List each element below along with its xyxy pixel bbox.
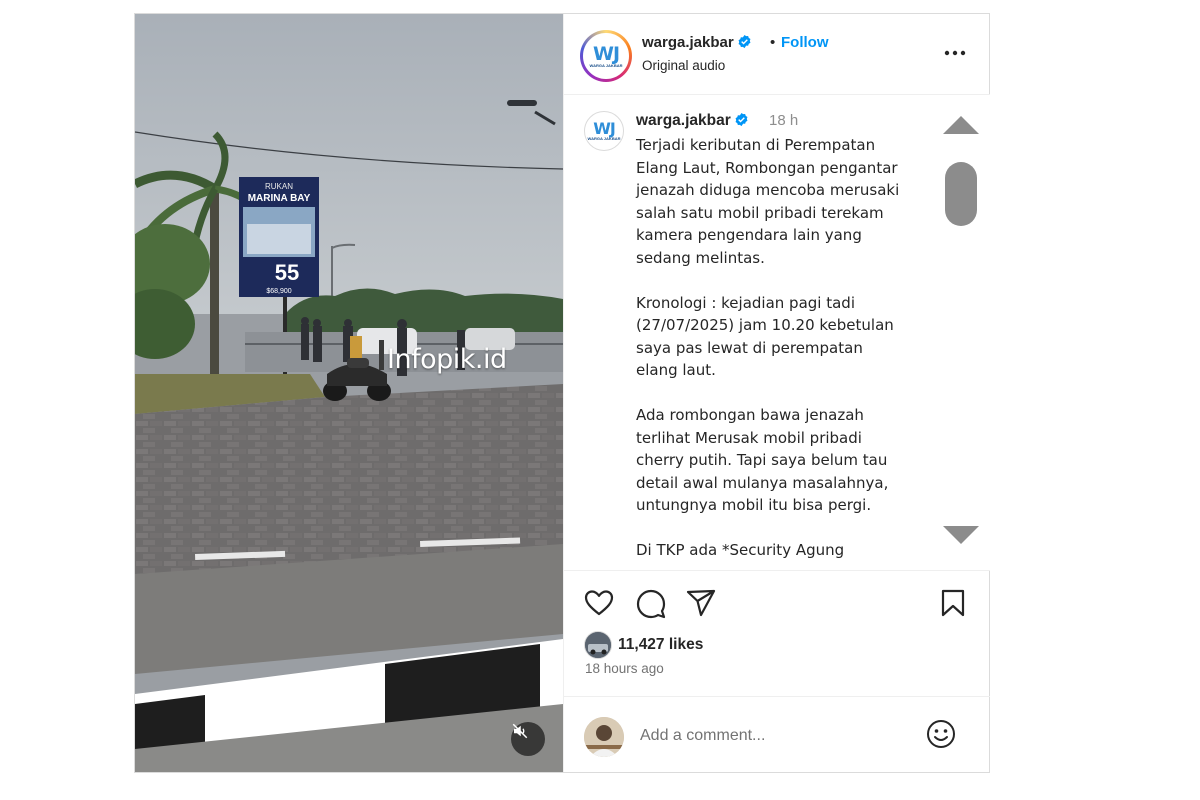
current-user-avatar [584, 717, 624, 757]
comment-icon [636, 589, 666, 619]
liker-avatar [584, 631, 612, 659]
caption-scroll-area[interactable]: WJ WARGA JAKBAR warga.jakbar 18 h Terjad… [564, 95, 990, 570]
caption-username-text[interactable]: warga.jakbar [636, 112, 731, 129]
header-username[interactable]: warga.jakbar [642, 34, 752, 53]
original-audio-link[interactable]: Original audio [642, 58, 725, 73]
share-icon [686, 589, 716, 617]
scroll-up-button[interactable] [942, 115, 980, 140]
post-side-panel: WJ WARGA JAKBAR warga.jakbar • Follow Or… [563, 14, 990, 772]
avatar-logo-subtext: WARGA JAKBAR [589, 62, 623, 68]
heart-icon [584, 590, 614, 616]
follow-button[interactable]: Follow [781, 34, 829, 51]
caption-avatar-logo-subtext: WARGA JAKBAR [587, 136, 621, 141]
comment-button[interactable] [636, 589, 666, 624]
author-avatar-inner: WJ WARGA JAKBAR [583, 33, 629, 79]
smiley-icon [927, 720, 955, 748]
caption-text: Terjadi keributan di Perempatan Elang La… [636, 136, 900, 559]
scroll-down-button[interactable] [942, 525, 980, 550]
verified-badge-icon [734, 112, 749, 132]
instagram-post: RUKAN MARINA BAY 55 $68,900 Infopik.id W… [134, 13, 990, 773]
verified-badge-icon [737, 34, 752, 53]
post-header: WJ WARGA JAKBAR warga.jakbar • Follow Or… [564, 14, 990, 95]
scroll-up-arrow-icon [943, 116, 979, 134]
comment-input[interactable] [640, 727, 910, 745]
comment-bar [564, 696, 990, 772]
more-options-button[interactable] [940, 38, 970, 68]
scrollbar-thumb[interactable] [945, 162, 977, 226]
post-time-ago: 18 hours ago [585, 661, 664, 676]
likes-count[interactable]: 11,427 likes [618, 636, 703, 654]
speaker-muted-icon [512, 723, 528, 739]
scroll-down-arrow-icon [943, 526, 979, 544]
watermark-text: Infopik.id [387, 344, 507, 375]
like-button[interactable] [584, 589, 614, 622]
save-button[interactable] [940, 589, 966, 622]
caption-avatar-logo-text: WJ [593, 119, 616, 138]
likes-summary[interactable]: 11,427 likes [584, 631, 703, 659]
share-button[interactable] [686, 589, 716, 622]
caption-scrollbar[interactable] [930, 95, 990, 570]
bookmark-icon [941, 589, 965, 617]
mute-button[interactable] [511, 722, 545, 756]
caption-timestamp: 18 h [769, 112, 799, 129]
avatar-logo-text: WJ [592, 42, 620, 65]
video-frame: RUKAN MARINA BAY 55 $68,900 [135, 14, 563, 772]
header-username-text[interactable]: warga.jakbar [642, 34, 734, 51]
billboard-sub: $68,900 [266, 288, 291, 295]
more-horizontal-icon [944, 50, 966, 56]
billboard-title: MARINA BAY [248, 193, 311, 204]
caption-username[interactable]: warga.jakbar [636, 112, 749, 132]
caption-author-avatar[interactable]: WJ WARGA JAKBAR [584, 111, 624, 151]
billboard-brand: RUKAN [265, 182, 293, 191]
billboard-price: 55 [275, 260, 299, 285]
post-video[interactable]: RUKAN MARINA BAY 55 $68,900 Infopik.id [135, 14, 563, 772]
author-avatar[interactable]: WJ WARGA JAKBAR [580, 30, 632, 82]
emoji-button[interactable] [926, 719, 956, 754]
post-actions: 11,427 likes 18 hours ago [564, 570, 990, 771]
header-separator: • [770, 34, 776, 51]
